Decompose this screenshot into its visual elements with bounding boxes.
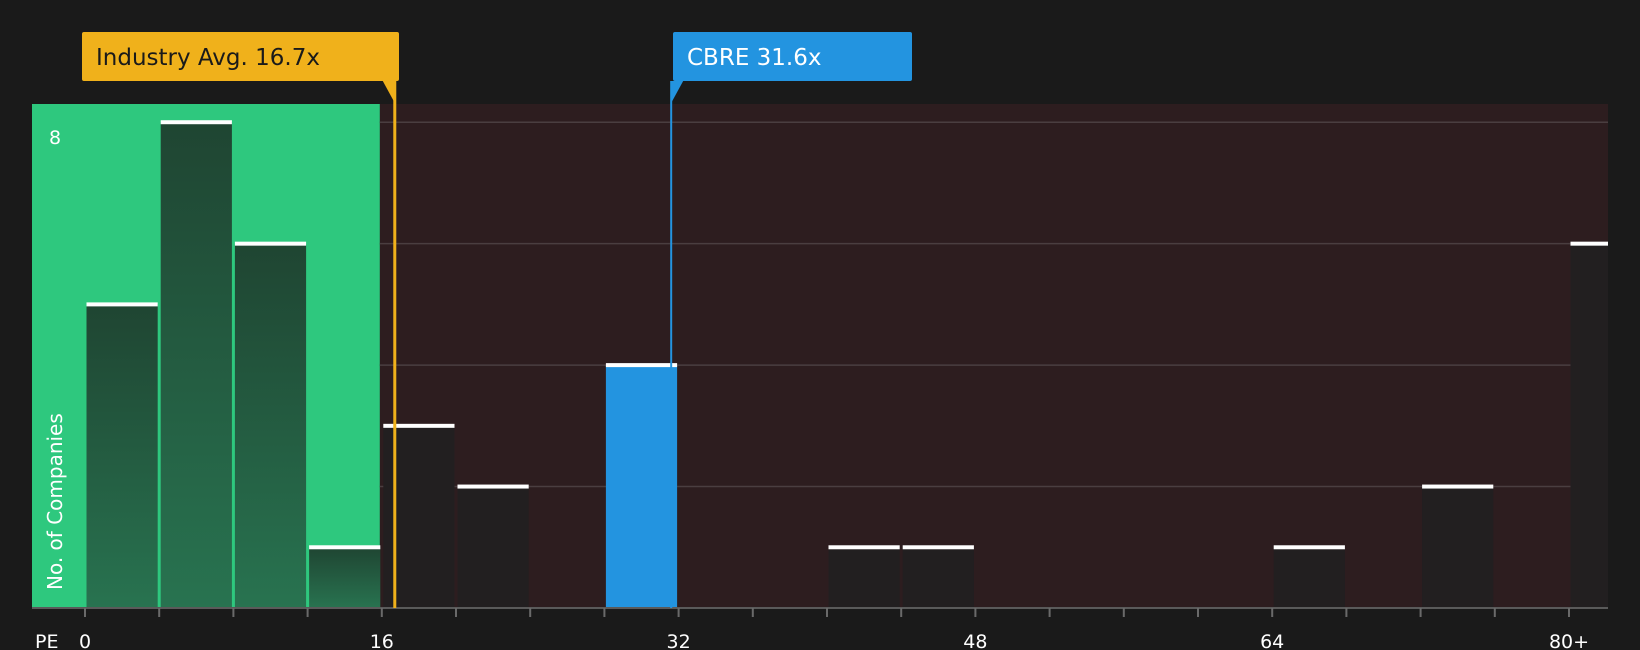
- bar-44-48: [902, 547, 974, 608]
- bar-12-16: [309, 547, 381, 608]
- bar-72-76: [1422, 486, 1494, 608]
- y-tick-label-8: 8: [49, 127, 61, 149]
- bar-cap-80-84: [1570, 241, 1608, 246]
- y-axis-title: No. of Companies: [43, 413, 67, 590]
- bar-40-44: [828, 547, 900, 608]
- bar-20-24: [457, 486, 529, 608]
- x-axis-title: PE: [35, 631, 58, 650]
- x-tick-label-5: 80+: [1549, 631, 1589, 650]
- x-tick-label-0: 0: [79, 631, 91, 650]
- bar-cap-28-32: [605, 363, 678, 368]
- industry-callout-label: Industry Avg. 16.7x: [96, 45, 320, 71]
- bar-cap-8-12: [234, 241, 307, 246]
- bar-cap-12-16: [309, 545, 381, 550]
- bar-cap-20-24: [457, 484, 529, 489]
- bar-cap-4-8: [160, 120, 232, 125]
- bar-cap-64-68: [1273, 545, 1345, 550]
- company-callout-label: CBRE 31.6x: [687, 45, 822, 71]
- bar-4-8: [160, 122, 232, 609]
- x-tick-label-3: 48: [963, 631, 987, 650]
- x-tick-label-2: 32: [667, 631, 691, 650]
- bar-64-68: [1273, 547, 1345, 608]
- bar-0-4: [86, 304, 158, 608]
- pe-histogram-svg: 0 16 32 48 64 80+ Industry Avg. 16.7x CBRE 31.…: [0, 0, 1640, 650]
- bar-28-32: [605, 365, 678, 608]
- pe-distribution-chart: 0 16 32 48 64 80+ Industry Avg. 16.7x CBRE 31.…: [0, 0, 1640, 650]
- x-tick-label-4: 64: [1260, 631, 1284, 650]
- bar-8-12: [234, 243, 307, 608]
- bar-cap-40-44: [828, 545, 900, 550]
- x-tick-label-1: 16: [370, 631, 394, 650]
- bar-80-84: [1570, 243, 1608, 608]
- bar-cap-0-4: [86, 302, 158, 307]
- bar-cap-44-48: [902, 545, 974, 550]
- bar-cap-72-76: [1422, 484, 1494, 489]
